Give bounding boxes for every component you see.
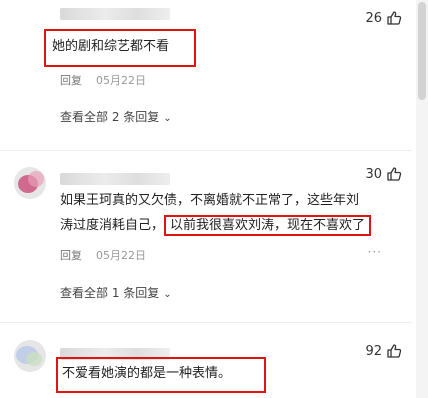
chevron-down-icon: ⌄ <box>163 113 172 124</box>
comment-text-line2: 涛过度消耗自己， 以前我很喜欢刘涛，现在不喜欢了 <box>60 214 372 237</box>
comment-item: 30 如果王珂真的又欠债，不离婚就不正常了，这些年刘 涛过度消耗自己， 以前我很喜… <box>0 150 412 320</box>
username-blurred[interactable] <box>60 8 170 20</box>
avatar[interactable] <box>14 167 46 199</box>
chevron-down-icon: ⌄ <box>163 289 172 300</box>
view-replies-label: 查看全部 1 条回复 <box>60 286 160 300</box>
more-options-icon[interactable]: ··· <box>368 245 382 259</box>
comment-meta: 回复 05月22日 <box>60 72 146 88</box>
thumbs-up-icon[interactable] <box>386 10 402 26</box>
reply-button[interactable]: 回复 <box>60 74 82 87</box>
view-replies-link[interactable]: 查看全部 1 条回复 ⌄ <box>60 284 172 301</box>
comment-item: 26 她的剧和综艺都不看 回复 05月22日 查看全部 2 条回复 ⌄ <box>0 0 412 150</box>
comment-text: 她的剧和综艺都不看 <box>52 39 170 54</box>
thumbs-up-icon[interactable] <box>386 343 402 359</box>
view-replies-link[interactable]: 查看全部 2 条回复 ⌄ <box>60 108 172 125</box>
comment-text-line1: 如果王珂真的又欠债，不离婚就不正常了，这些年刘 <box>60 193 360 208</box>
reply-button[interactable]: 回复 <box>60 249 82 262</box>
comment-text: 不爱看她演的都是一种表情。 <box>62 366 232 381</box>
avatar[interactable] <box>14 340 46 372</box>
comment-meta: 回复 05月22日 <box>60 247 146 263</box>
like-count: 26 <box>365 11 382 26</box>
comment-text-plain: 涛过度消耗自己， <box>60 218 165 233</box>
highlighted-text: 以前我很喜欢刘涛，现在不喜欢了 <box>164 215 372 236</box>
view-replies-label: 查看全部 2 条回复 <box>60 110 160 124</box>
like-count: 30 <box>365 167 382 182</box>
username-blurred[interactable] <box>60 173 170 185</box>
comment-date: 05月22日 <box>96 74 146 87</box>
scrollbar[interactable] <box>416 0 428 398</box>
comment-item: 92 不爱看她演的都是一种表情。 <box>0 322 412 398</box>
scrollbar-thumb[interactable] <box>418 2 426 100</box>
like-count: 92 <box>365 344 382 359</box>
thumbs-up-icon[interactable] <box>386 166 402 182</box>
comment-date: 05月22日 <box>96 249 146 262</box>
